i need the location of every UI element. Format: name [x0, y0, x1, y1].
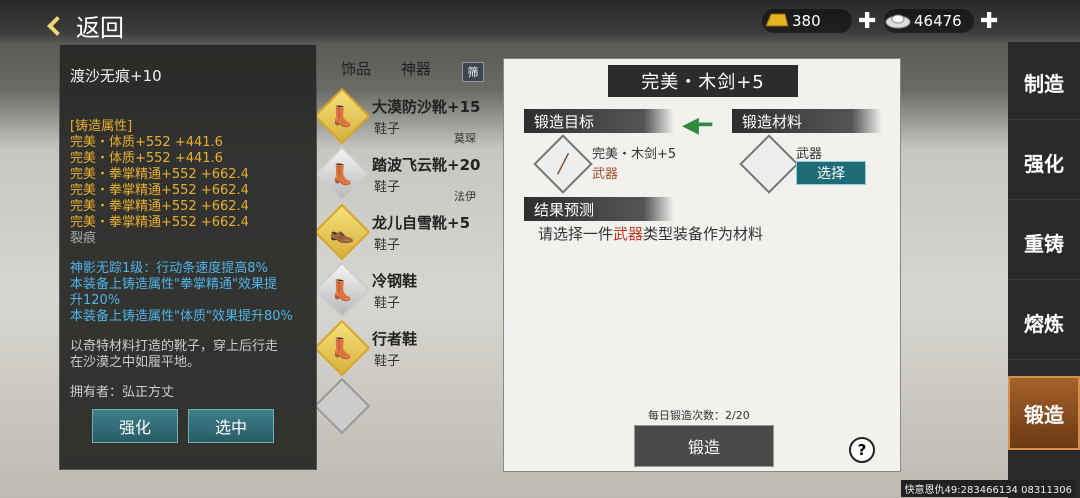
sword-icon: ╱ — [557, 153, 569, 175]
tab-accessory[interactable]: 饰品 — [326, 58, 386, 80]
list-item[interactable]: 👢 冷钢鞋 鞋子 — [313, 261, 498, 324]
nav-smelt[interactable]: 熔炼 — [1008, 286, 1080, 360]
nav-forge[interactable]: 锻造 — [1008, 376, 1080, 450]
back-label: 返回 — [76, 14, 124, 42]
right-nav: 制造 强化 重铸 熔炼 锻造 — [1008, 42, 1080, 498]
strengthen-button[interactable]: 强化 — [92, 409, 178, 443]
silver-resource: 46476 ✚ — [884, 8, 998, 34]
help-icon[interactable]: ? — [849, 437, 875, 463]
boot-icon: 👢 — [329, 162, 355, 186]
material-type: 武器 — [796, 147, 823, 162]
result-header: 结果预测 — [524, 197, 674, 221]
gold-resource: 380 ✚ — [762, 8, 876, 34]
list-item[interactable]: 👢 踏波飞云靴+20 鞋子 法伊 — [313, 145, 498, 208]
silver-ingot-icon — [884, 8, 912, 32]
cast-header: [铸造属性] — [70, 119, 133, 134]
forge-button[interactable]: 锻造 — [634, 425, 774, 467]
tooltip-title: 渡沙无痕+10 — [70, 67, 162, 85]
select-item-button[interactable]: 选中 — [188, 409, 274, 443]
tab-artifact[interactable]: 神器 — [386, 58, 446, 80]
back-button[interactable]: 返回 — [47, 8, 124, 43]
list-item[interactable]: 👞 龙儿自雪靴+5 鞋子 — [313, 203, 498, 266]
boot-icon: 👢 — [329, 104, 355, 128]
owner-label: 拥有者：弘正方丈 — [70, 385, 175, 400]
forge-panel: 完美・木剑+5 锻造目标 ◀━ 锻造材料 ╱ 完美・木剑+5 武器 武器 选择 … — [503, 58, 901, 472]
nav-strengthen[interactable]: 强化 — [1008, 126, 1080, 200]
shoe-icon: 👞 — [329, 220, 355, 244]
list-item[interactable]: 👢 大漠防沙靴+15 鞋子 莫琛 — [313, 87, 498, 150]
material-slot[interactable] — [739, 134, 799, 194]
target-type: 武器 — [592, 167, 619, 182]
add-silver-button[interactable]: ✚ — [980, 9, 998, 34]
daily-forge-count: 每日锻造次数：2/20 — [648, 409, 750, 422]
target-header: 锻造目标 — [524, 109, 674, 133]
chevron-left-icon — [47, 15, 67, 36]
boot-icon: 👢 — [329, 278, 355, 302]
add-gold-button[interactable]: ✚ — [858, 9, 876, 34]
select-material-button[interactable]: 选择 — [796, 161, 866, 185]
material-header: 锻造材料 — [732, 109, 882, 133]
item-list: 👢 大漠防沙靴+15 鞋子 莫琛 👢 踏波飞云靴+20 鞋子 法伊 👞 龙儿自雪… — [313, 87, 498, 440]
panel-title: 完美・木剑+5 — [608, 65, 798, 97]
result-text: 请选择一件武器类型装备作为材料 — [538, 225, 764, 243]
footer-watermark: 快意恩仇49:283466134 08311306 — [900, 480, 1076, 497]
arrow-left-icon: ◀━ — [682, 113, 713, 138]
gold-amount: 380 — [792, 12, 821, 30]
item-tooltip: 渡沙无痕+10 [铸造属性] 完美・体质+552 +441.6 完美・体质+55… — [59, 44, 317, 470]
boot-icon: 👢 — [329, 336, 355, 360]
filter-button[interactable]: 筛 — [462, 62, 484, 82]
list-item-empty[interactable] — [313, 377, 498, 440]
gold-ingot-icon — [762, 8, 790, 32]
nav-recast[interactable]: 重铸 — [1008, 206, 1080, 280]
target-slot[interactable]: ╱ — [533, 134, 593, 194]
list-item[interactable]: 👢 行者鞋 鞋子 — [313, 319, 498, 382]
nav-craft[interactable]: 制造 — [1008, 46, 1080, 120]
crack-label: 裂痕 — [70, 231, 97, 246]
target-name: 完美・木剑+5 — [592, 147, 677, 162]
silver-amount: 46476 — [914, 12, 962, 30]
